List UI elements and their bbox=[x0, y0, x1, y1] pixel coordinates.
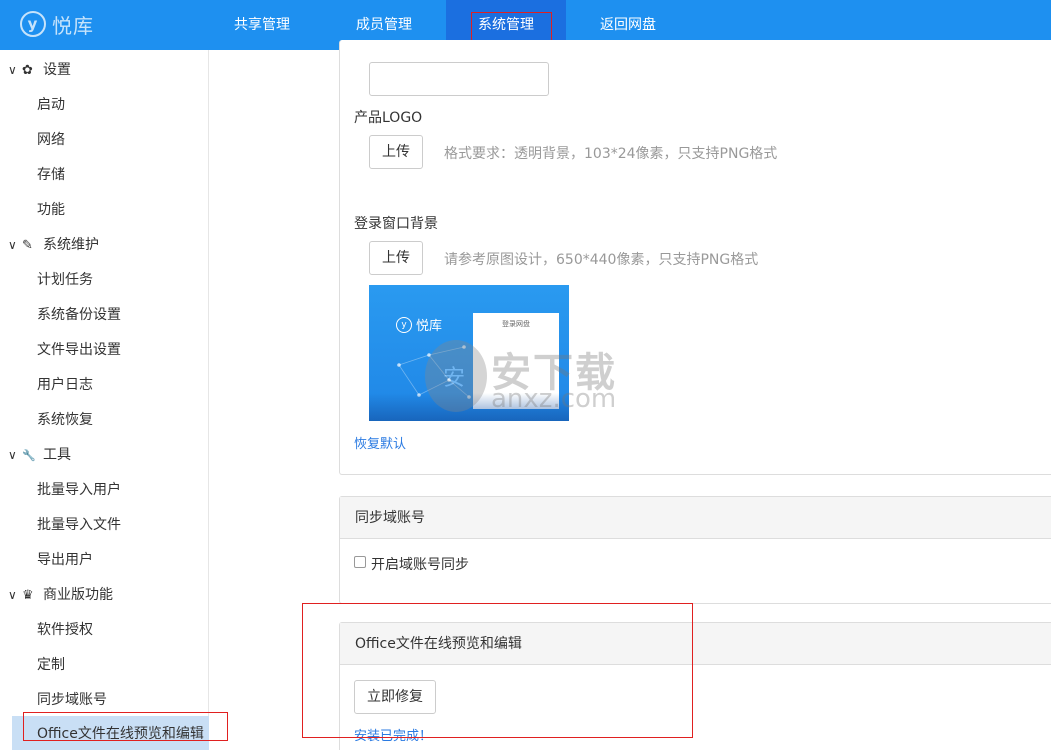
sidebar-highlight-box bbox=[23, 712, 228, 741]
sidebar-item-features[interactable]: 功能 bbox=[0, 193, 209, 228]
product-logo-label: 产品LOGO bbox=[354, 110, 423, 126]
chevron-down-icon: ∨ bbox=[8, 448, 17, 462]
sidebar-item-import-users[interactable]: 批量导入用户 bbox=[0, 473, 209, 508]
chevron-down-icon: ∨ bbox=[8, 63, 17, 77]
brush-icon: ✎ bbox=[22, 238, 33, 253]
bg-format-hint: 请参考原图设计，650*440像素，只支持PNG格式 bbox=[444, 252, 759, 268]
sidebar-group-label: 工具 bbox=[43, 447, 71, 463]
preview-city-skyline bbox=[369, 393, 569, 421]
preview-login-title: 登录网盘 bbox=[502, 320, 530, 328]
sidebar-item-storage[interactable]: 存储 bbox=[0, 158, 209, 193]
upload-bg-button[interactable]: 上传 bbox=[369, 241, 423, 275]
login-bg-preview: y 悦库 登录网盘 bbox=[369, 285, 569, 421]
sidebar-item-customize[interactable]: 定制 bbox=[0, 648, 209, 683]
product-name-input[interactable] bbox=[369, 62, 549, 96]
upload-logo-button[interactable]: 上传 bbox=[369, 135, 423, 169]
sidebar-group-tools[interactable]: ∨ 🔧 工具 bbox=[0, 438, 209, 473]
sidebar-item-user-log[interactable]: 用户日志 bbox=[0, 368, 209, 403]
logo-mark-icon: y bbox=[20, 11, 46, 37]
sidebar-item-import-files[interactable]: 批量导入文件 bbox=[0, 508, 209, 543]
sidebar-item-network[interactable]: 网络 bbox=[0, 123, 209, 158]
sync-domain-checkbox[interactable] bbox=[354, 556, 366, 568]
sidebar-item-license[interactable]: 软件授权 bbox=[0, 613, 209, 648]
sync-checkbox-label: 开启域账号同步 bbox=[371, 557, 469, 573]
sidebar-group-maintenance[interactable]: ∨ ✎ 系统维护 bbox=[0, 228, 209, 263]
restore-default-link[interactable]: 恢复默认 bbox=[354, 433, 406, 452]
sidebar-item-backup-settings[interactable]: 系统备份设置 bbox=[0, 298, 209, 333]
nav-share-management[interactable]: 共享管理 bbox=[218, 0, 306, 50]
chevron-down-icon: ∨ bbox=[8, 588, 17, 602]
sidebar-group-label: 商业版功能 bbox=[43, 587, 113, 603]
wrench-icon: 🔧 bbox=[22, 449, 36, 462]
office-highlight-box bbox=[302, 603, 693, 738]
sidebar-group-business[interactable]: ∨ ♛ 商业版功能 bbox=[0, 578, 209, 613]
sidebar-item-system-restore[interactable]: 系统恢复 bbox=[0, 403, 209, 438]
sidebar-group-settings[interactable]: ∨ ✿ 设置 bbox=[0, 53, 209, 88]
sidebar-item-export-settings[interactable]: 文件导出设置 bbox=[0, 333, 209, 368]
gear-icon: ✿ bbox=[22, 63, 33, 78]
app-logo[interactable]: y 悦库 bbox=[20, 9, 94, 39]
logo-text: 悦库 bbox=[52, 13, 94, 38]
sync-panel-title: 同步域账号 bbox=[340, 497, 1051, 539]
logo-format-hint: 格式要求：透明背景，103*24像素，只支持PNG格式 bbox=[444, 146, 778, 162]
chevron-down-icon: ∨ bbox=[8, 238, 17, 252]
sidebar-item-startup[interactable]: 启动 bbox=[0, 88, 209, 123]
sidebar-group-label: 设置 bbox=[43, 62, 71, 78]
sidebar-group-label: 系统维护 bbox=[43, 237, 99, 253]
sidebar-item-scheduled-tasks[interactable]: 计划任务 bbox=[0, 263, 209, 298]
crown-icon: ♛ bbox=[22, 588, 34, 603]
login-bg-label: 登录窗口背景 bbox=[354, 216, 438, 232]
sync-domain-panel: 同步域账号 bbox=[339, 496, 1051, 604]
sidebar-item-export-users[interactable]: 导出用户 bbox=[0, 543, 209, 578]
